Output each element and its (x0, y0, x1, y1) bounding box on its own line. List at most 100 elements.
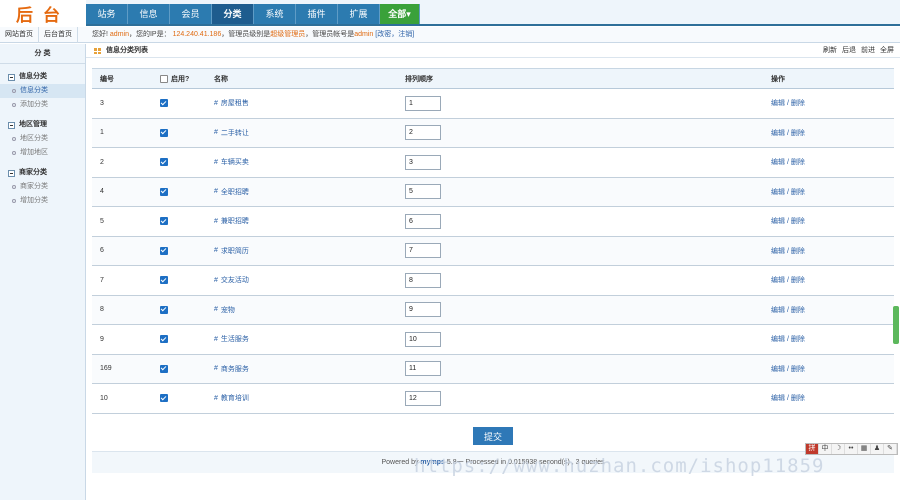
page-header: 信息分类列表 刷新 后退 前进 全屏 (86, 44, 900, 58)
select-all-checkbox[interactable] (160, 74, 168, 83)
row-edit-delete-link[interactable]: 编辑 / 删除 (771, 89, 805, 118)
enable-checkbox[interactable] (160, 99, 168, 108)
row-edit-delete-link[interactable]: 编辑 / 删除 (771, 237, 805, 266)
top-bar: 后台 站务 信息 会员 分类 系统 插件 扩展 全部▾ (0, 0, 900, 26)
row-name-text: 车辆买卖 (220, 159, 249, 167)
row-enable (160, 237, 168, 266)
sidebar-item[interactable]: 添加分类 (0, 98, 85, 112)
row-edit-delete-link[interactable]: 编辑 / 删除 (771, 325, 805, 354)
row-id: 1 (100, 129, 104, 137)
nav-xitong[interactable]: 系统 (254, 4, 296, 24)
page-actions: 刷新 后退 前进 全屏 (823, 44, 894, 58)
page-action-0[interactable]: 刷新 (823, 44, 837, 58)
enable-checkbox[interactable] (160, 335, 168, 344)
ime-icon[interactable]: 中 (819, 444, 832, 454)
ime-icon[interactable]: ♟ (871, 444, 884, 454)
nav-chajian[interactable]: 插件 (296, 4, 338, 24)
ime-icon[interactable]: •• (845, 444, 858, 454)
nav-huiyuan[interactable]: 会员 (170, 4, 212, 24)
row-edit-delete-link[interactable]: 编辑 / 删除 (771, 296, 805, 325)
sidebar-item[interactable]: 地区分类 (0, 132, 85, 146)
row-edit-delete-link[interactable]: 编辑 / 删除 (771, 207, 805, 236)
sidebar-item[interactable]: 商家分类 (0, 180, 85, 194)
order-input[interactable] (405, 390, 441, 406)
table-row: 5 #兼职招聘 编辑 / 删除 (92, 207, 894, 237)
row-name[interactable]: # 房屋租售 (214, 89, 249, 118)
row-id: 5 (100, 217, 104, 225)
sidebar-group-label: 商家分类 (19, 169, 47, 176)
row-enable (160, 296, 168, 325)
order-input[interactable] (405, 272, 441, 288)
bullet-icon (12, 199, 16, 203)
enable-checkbox[interactable] (160, 217, 168, 226)
row-edit-delete-link[interactable]: 编辑 / 删除 (771, 119, 805, 148)
row-edit-delete-link[interactable]: 编辑 / 删除 (771, 384, 805, 413)
row-name[interactable]: # 二手转让 (214, 119, 249, 148)
enable-checkbox[interactable] (160, 364, 168, 373)
order-input[interactable] (405, 184, 441, 200)
bullet-icon (12, 151, 16, 155)
nav-fenlei[interactable]: 分类 (212, 4, 254, 24)
enable-checkbox[interactable] (160, 276, 168, 285)
page-action-3[interactable]: 全屏 (880, 44, 894, 58)
enable-checkbox[interactable] (160, 246, 168, 255)
enable-checkbox[interactable] (160, 158, 168, 167)
sidebar-group-title[interactable]: 商家分类 (0, 166, 85, 180)
sidebar-item[interactable]: 增加地区 (0, 146, 85, 160)
enable-checkbox[interactable] (160, 394, 168, 403)
sidebar-item[interactable]: 增加分类 (0, 194, 85, 208)
order-input[interactable] (405, 95, 441, 111)
sidebar-item[interactable]: 信息分类 (0, 84, 85, 98)
category-table: 编号 启用? 名称 排列顺序 操作 3#房屋租售编辑 / 删除1#二手转让编辑 … (92, 68, 894, 414)
row-name[interactable]: # 商务服务 (214, 355, 249, 384)
row-order (405, 207, 441, 236)
site-home-link[interactable]: 网站首页 (0, 27, 39, 43)
ime-icon[interactable]: ✎ (884, 444, 897, 454)
order-input[interactable] (405, 302, 441, 318)
ime-icon[interactable]: 拼 (806, 444, 819, 454)
enable-checkbox[interactable] (160, 305, 168, 314)
nav-kuozhan[interactable]: 扩展 (338, 4, 380, 24)
sidebar-group-title[interactable]: 地区管理 (0, 118, 85, 132)
row-edit-delete-link[interactable]: 编辑 / 删除 (771, 266, 805, 295)
enable-checkbox[interactable] (160, 187, 168, 196)
collapse-icon (8, 121, 15, 129)
row-name[interactable]: # 生活服务 (214, 325, 249, 354)
row-name-text: 教育培训 (220, 395, 249, 403)
page-action-1[interactable]: 后退 (842, 44, 856, 58)
row-name[interactable]: # 宠物 (214, 296, 235, 325)
side-scroll-handle[interactable] (893, 306, 899, 344)
order-input[interactable] (405, 125, 441, 141)
account-actions-link[interactable]: [改密，注销] (375, 31, 414, 38)
row-name[interactable]: # 教育培训 (214, 384, 249, 413)
ime-icon[interactable]: ▦ (858, 444, 871, 454)
row-name[interactable]: # 交友活动 (214, 266, 249, 295)
row-name-text: 宠物 (220, 306, 235, 314)
order-input[interactable] (405, 331, 441, 347)
submit-button[interactable]: 提交 (473, 427, 513, 445)
nav-all[interactable]: 全部▾ (380, 4, 420, 24)
nav-zhanwu[interactable]: 站务 (86, 4, 128, 24)
admin-home-link[interactable]: 后台首页 (39, 27, 78, 43)
row-order (405, 355, 441, 384)
order-input[interactable] (405, 243, 441, 259)
row-edit-delete-link[interactable]: 编辑 / 删除 (771, 355, 805, 384)
row-name[interactable]: # 车辆买卖 (214, 148, 249, 177)
row-edit-delete-link[interactable]: 编辑 / 删除 (771, 148, 805, 177)
row-name[interactable]: # 全职招聘 (214, 178, 249, 207)
sidebar-group-title[interactable]: 信息分类 (0, 70, 85, 84)
row-name[interactable]: # 兼职招聘 (214, 207, 249, 236)
order-input[interactable] (405, 154, 441, 170)
row-edit-delete-link[interactable]: 编辑 / 删除 (771, 178, 805, 207)
row-name[interactable]: # 求职简历 (214, 237, 249, 266)
ime-icon[interactable]: ☽ (832, 444, 845, 454)
sidebar-title: 分 类 (0, 44, 85, 64)
nav-xinxi[interactable]: 信息 (128, 4, 170, 24)
order-input[interactable] (405, 361, 441, 377)
enable-checkbox[interactable] (160, 128, 168, 137)
hash-icon: # (214, 217, 218, 225)
sidebar-item-label: 信息分类 (20, 87, 48, 94)
order-input[interactable] (405, 213, 441, 229)
page-action-2[interactable]: 前进 (861, 44, 875, 58)
row-order (405, 89, 441, 118)
